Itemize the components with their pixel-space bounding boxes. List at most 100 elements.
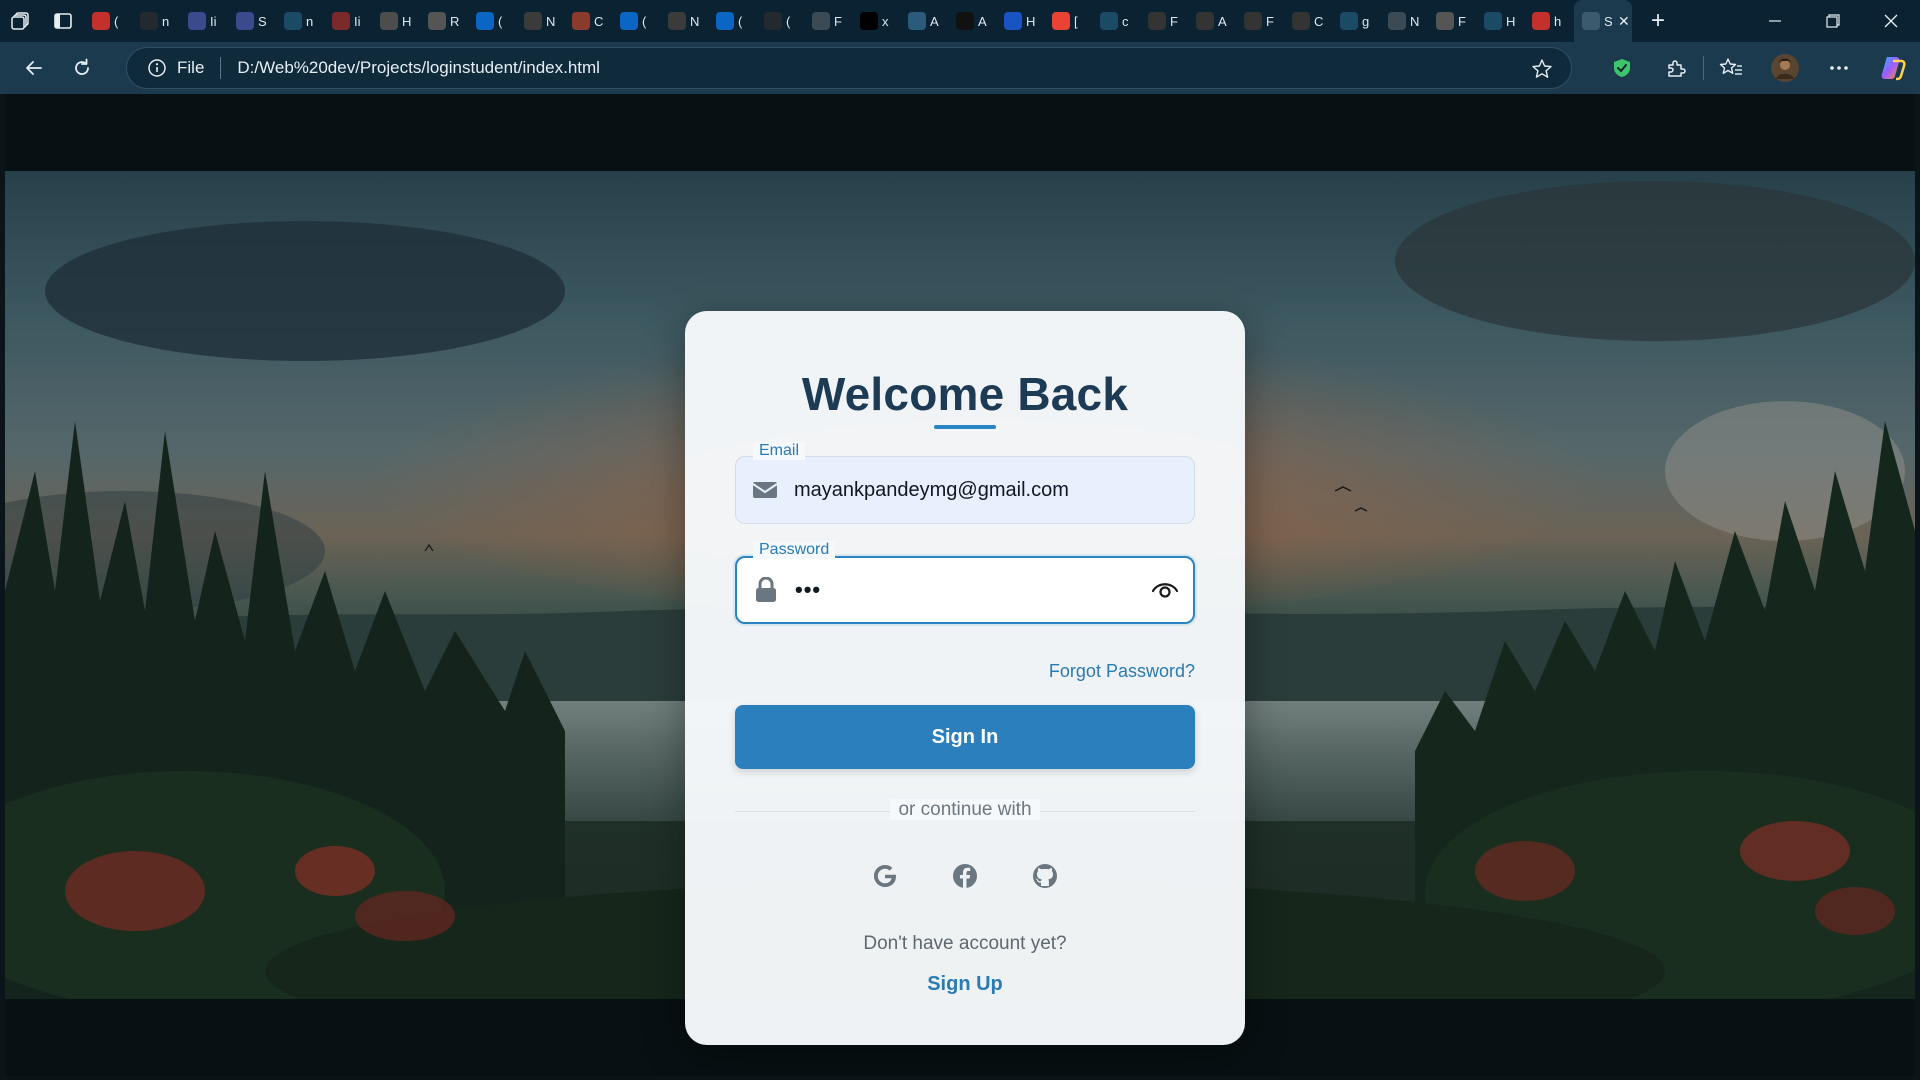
tab-label: A [930, 13, 939, 29]
thumbnail-icon [668, 12, 686, 30]
tab-12[interactable]: ( [612, 0, 660, 42]
tab-17[interactable]: x [852, 0, 900, 42]
tab-27[interactable]: g [1332, 0, 1380, 42]
tab-23[interactable]: F [1140, 0, 1188, 42]
password-label: Password [753, 541, 836, 559]
favorites-icon[interactable] [1704, 42, 1758, 94]
tab-8[interactable]: R [420, 0, 468, 42]
favorite-star-icon[interactable] [1531, 58, 1553, 85]
tab-30[interactable]: H [1476, 0, 1524, 42]
new-tab-button[interactable]: + [1638, 0, 1678, 42]
w3-icon [380, 12, 398, 30]
tab-label: Ii [354, 13, 361, 29]
tab-21[interactable]: [ [1044, 0, 1092, 42]
cube-icon [1196, 12, 1214, 30]
tab-24[interactable]: A [1188, 0, 1236, 42]
tab-list: (n Ii Sn Ii H R (N C (N ((Fx A A H [c F A F Cg N F Hh [84, 0, 1572, 42]
tab-13[interactable]: N [660, 0, 708, 42]
linkedin-icon [620, 12, 638, 30]
github-icon[interactable] [1022, 853, 1068, 899]
tab-14[interactable]: ( [708, 0, 756, 42]
tab-6[interactable]: Ii [324, 0, 372, 42]
tab-label: N [690, 13, 700, 29]
tab-25[interactable]: F [1236, 0, 1284, 42]
email-label: Email [753, 442, 806, 460]
navigation-bar: File D:/Web%20dev/Projects/loginstudent/… [0, 42, 1920, 94]
tab-7[interactable]: H [372, 0, 420, 42]
page-title: Welcome Back [801, 368, 1129, 420]
google-icon[interactable] [862, 853, 908, 899]
tab-5[interactable]: n [276, 0, 324, 42]
reload-button[interactable] [58, 48, 106, 88]
tab-28[interactable]: N [1380, 0, 1428, 42]
scheme-label: File [177, 58, 205, 77]
tab-label: x [882, 13, 889, 29]
copilot-icon[interactable] [1866, 42, 1920, 94]
page-icon [1582, 12, 1600, 30]
email-value: mayankpandeymg@gmail.com [794, 478, 1069, 501]
workspaces-icon[interactable] [0, 0, 42, 42]
close-window-button[interactable] [1862, 0, 1920, 42]
tab-label: c [1122, 13, 1129, 29]
tab-label: h [1554, 13, 1562, 29]
sign-in-button[interactable]: Sign In [735, 705, 1195, 769]
minimize-button[interactable] [1746, 0, 1804, 42]
envelope-icon [736, 480, 794, 500]
tab-label: F [1458, 13, 1466, 29]
tab-label: ( [114, 13, 119, 29]
forgot-password-link[interactable]: Forgot Password? [1049, 661, 1195, 682]
tab-active[interactable]: S ✕ [1574, 0, 1632, 42]
url-text[interactable]: D:/Web%20dev/Projects/loginstudent/index… [237, 58, 600, 78]
shield-icon[interactable] [1595, 42, 1649, 94]
tab-1[interactable]: ( [84, 0, 132, 42]
pen-icon [332, 12, 350, 30]
tab-10[interactable]: N [516, 0, 564, 42]
email-field[interactable]: mayankpandeymg@gmail.com [735, 456, 1195, 524]
address-bar[interactable]: File D:/Web%20dev/Projects/loginstudent/… [126, 47, 1572, 89]
tab-label: R [450, 13, 460, 29]
back-button[interactable] [10, 48, 58, 88]
restore-button[interactable] [1804, 0, 1862, 42]
sign-up-link[interactable]: Sign Up [685, 973, 1245, 996]
extensions-icon[interactable] [1649, 42, 1703, 94]
tab-20[interactable]: H [996, 0, 1044, 42]
tab-16[interactable]: F [804, 0, 852, 42]
search-icon [284, 12, 302, 30]
tab-3[interactable]: Ii [180, 0, 228, 42]
cube-icon [1244, 12, 1262, 30]
tab-label: F [1170, 13, 1178, 29]
social-login-group [685, 853, 1245, 899]
window-controls [1746, 0, 1920, 42]
tab-26[interactable]: C [1284, 0, 1332, 42]
tab-2[interactable]: n [132, 0, 180, 42]
cube-icon [1148, 12, 1166, 30]
tab-18[interactable]: A [900, 0, 948, 42]
tab-label: N [546, 13, 556, 29]
tab-label: Ii [210, 13, 217, 29]
tab-label: A [1218, 13, 1227, 29]
github-icon [140, 12, 158, 30]
tab-label: H [1506, 13, 1516, 29]
tab-31[interactable]: h [1524, 0, 1572, 42]
tab-4[interactable]: S [228, 0, 276, 42]
tab-label: N [1410, 13, 1420, 29]
tab-label: C [594, 13, 604, 29]
close-tab-icon[interactable]: ✕ [1618, 13, 1630, 30]
tab-9[interactable]: ( [468, 0, 516, 42]
tab-19[interactable]: A [948, 0, 996, 42]
more-options-icon[interactable] [1812, 42, 1866, 94]
eye-icon[interactable] [1137, 580, 1193, 600]
tab-actions-icon[interactable] [42, 0, 84, 42]
tab-29[interactable]: F [1428, 0, 1476, 42]
tab-11[interactable]: C [564, 0, 612, 42]
continue-divider: or continue with [735, 799, 1195, 823]
facebook-icon[interactable] [942, 853, 988, 899]
tab-22[interactable]: c [1092, 0, 1140, 42]
site-info-button[interactable]: File [147, 58, 204, 78]
no-account-text: Don't have account yet? [863, 933, 1067, 954]
blue-circle-icon [1004, 12, 1022, 30]
avatar[interactable] [1758, 42, 1812, 94]
password-field[interactable]: ••• [735, 556, 1195, 624]
tab-15[interactable]: ( [756, 0, 804, 42]
spiral-icon [1436, 12, 1454, 30]
